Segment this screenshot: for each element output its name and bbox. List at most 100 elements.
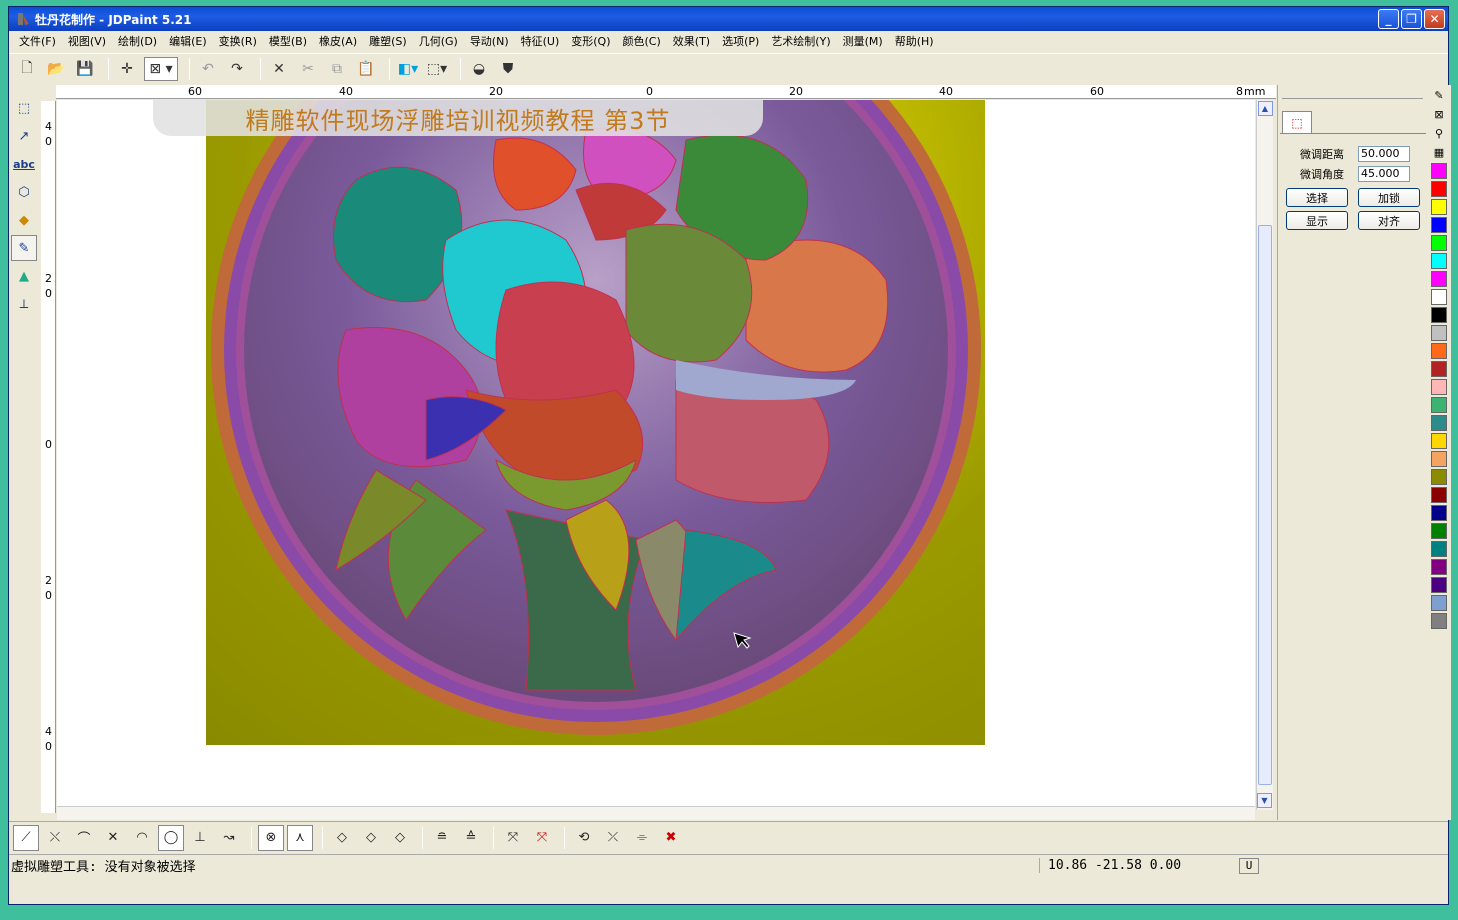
color-swatch[interactable] <box>1431 577 1447 593</box>
scroll-up-icon[interactable]: ▲ <box>1257 101 1273 116</box>
color-swatch[interactable] <box>1431 199 1447 215</box>
color-swatch[interactable] <box>1431 487 1447 503</box>
title-bar[interactable]: 牡丹花制作 - JDPaint 5.21 _ ❐ ✕ <box>9 7 1448 31</box>
peony-relief-artwork[interactable] <box>206 100 985 745</box>
menu-draw[interactable]: 绘制(D) <box>112 33 163 49</box>
node-edit-tab-icon[interactable]: ⬚ <box>1282 111 1312 133</box>
save-icon[interactable]: 💾 <box>73 57 97 81</box>
menu-feature[interactable]: 特征(U) <box>515 33 566 49</box>
fill-icon[interactable]: ▲ <box>11 263 37 289</box>
shade-icon[interactable]: ◒ <box>467 57 491 81</box>
color-swatch[interactable] <box>1431 559 1447 575</box>
select-button[interactable]: 选择 <box>1286 188 1348 207</box>
show-button[interactable]: 显示 <box>1286 211 1348 230</box>
color-swatch[interactable] <box>1431 271 1447 287</box>
node-split-icon[interactable]: ⋏ <box>287 824 313 851</box>
line-tool-icon[interactable]: ⟋ <box>13 824 39 851</box>
align-button[interactable]: 对齐 <box>1358 211 1420 230</box>
paste-icon[interactable]: 📋 <box>354 57 378 81</box>
join-icon[interactable]: ⤫ <box>600 825 626 851</box>
menu-transform[interactable]: 变换(R) <box>213 33 263 49</box>
diamond-tool-icon[interactable]: ◇ <box>329 825 355 851</box>
menu-effect[interactable]: 效果(T) <box>667 33 716 49</box>
no-color-icon[interactable]: ⊠ <box>1430 105 1448 123</box>
drawing-canvas[interactable]: 精雕软件现场浮雕培训视频教程 第3节 <box>57 100 1255 806</box>
close-button[interactable]: ✕ <box>1424 9 1445 29</box>
node-add-icon[interactable]: ⤧ <box>500 825 526 851</box>
shield-icon[interactable]: ⛊ <box>496 57 520 81</box>
pen-icon[interactable]: ✎ <box>1430 86 1448 104</box>
transform-icon[interactable]: ⟲ <box>571 825 597 851</box>
color-swatch[interactable] <box>1431 415 1447 431</box>
copy-icon[interactable]: ⧉ <box>325 57 349 81</box>
color-swatch[interactable] <box>1431 595 1447 611</box>
color-swatch[interactable] <box>1431 235 1447 251</box>
cross-tool-icon[interactable]: ✕ <box>100 825 126 851</box>
horizontal-scrollbar[interactable] <box>57 806 1255 820</box>
shape-icon[interactable]: ⬡ <box>11 179 37 205</box>
color-swatch[interactable] <box>1431 505 1447 521</box>
menu-edit[interactable]: 编辑(E) <box>163 33 213 49</box>
undo-icon[interactable]: ↶ <box>196 57 220 81</box>
pattern-icon[interactable]: ▦ <box>1430 143 1448 161</box>
color-swatch[interactable] <box>1431 397 1447 413</box>
fine-distance-input[interactable]: 50.000 <box>1358 146 1410 162</box>
menu-geometry[interactable]: 几何(G) <box>413 33 464 49</box>
color-swatch[interactable] <box>1431 613 1447 629</box>
menu-file[interactable]: 文件(F) <box>13 33 62 49</box>
menu-view[interactable]: 视图(V) <box>62 33 112 49</box>
corner-tool-icon[interactable]: ⌒ <box>71 825 97 851</box>
arc-tool-icon[interactable]: ◠ <box>129 825 155 851</box>
color-swatch[interactable] <box>1431 343 1447 359</box>
diamond-tool-2-icon[interactable]: ◇ <box>358 825 384 851</box>
color-swatch[interactable] <box>1431 379 1447 395</box>
color-swatch[interactable] <box>1431 307 1447 323</box>
delete-node-icon[interactable]: ✖ <box>658 825 684 851</box>
minimize-button[interactable]: _ <box>1378 9 1399 29</box>
diamond-tool-3-icon[interactable]: ◇ <box>387 825 413 851</box>
node-point-icon[interactable]: ⊗ <box>258 824 284 851</box>
color-swatch[interactable] <box>1431 325 1447 341</box>
scroll-down-icon[interactable]: ▼ <box>1257 793 1272 808</box>
color-swatch[interactable] <box>1431 469 1447 485</box>
eyedropper-icon[interactable]: ⚲ <box>1430 124 1448 142</box>
menu-deform[interactable]: 变形(Q) <box>565 33 616 49</box>
crosshair-icon[interactable]: ✛ <box>115 57 139 81</box>
color-swatch[interactable] <box>1431 217 1447 233</box>
color-swatch[interactable] <box>1431 541 1447 557</box>
fine-angle-input[interactable]: 45.000 <box>1358 166 1410 182</box>
color-swatch[interactable] <box>1431 253 1447 269</box>
color-swatch[interactable] <box>1431 361 1447 377</box>
eraser-icon[interactable]: ◆ <box>11 207 37 233</box>
menu-options[interactable]: 选项(P) <box>716 33 765 49</box>
color-swatch[interactable] <box>1431 523 1447 539</box>
curve-tool-icon[interactable]: ↝ <box>216 825 242 851</box>
select-node-icon[interactable]: ⬚ <box>11 95 37 121</box>
view-box-icon[interactable]: ⬚▾ <box>425 57 449 81</box>
color-swatch[interactable] <box>1431 163 1447 179</box>
lock-button[interactable]: 加锁 <box>1358 188 1420 207</box>
menu-sculpt[interactable]: 雕塑(S) <box>363 33 413 49</box>
delete-icon[interactable]: ✕ <box>267 57 291 81</box>
vertical-scrollbar[interactable]: ▲ ▼ <box>1256 100 1273 810</box>
cut-icon[interactable]: ✂ <box>296 57 320 81</box>
menu-measure[interactable]: 测量(M) <box>837 33 889 49</box>
align-tool-icon[interactable]: ≘ <box>429 825 455 851</box>
color-swatch[interactable] <box>1431 181 1447 197</box>
menu-color[interactable]: 颜色(C) <box>617 33 667 49</box>
redo-icon[interactable]: ↷ <box>225 57 249 81</box>
trim-icon[interactable]: ⌯ <box>629 825 655 851</box>
split-tool-icon[interactable]: ⤬ <box>42 825 68 851</box>
unit-indicator[interactable]: U <box>1239 857 1259 874</box>
select-box-dropdown[interactable]: ⊠ ▾ <box>144 56 178 81</box>
align-tool-2-icon[interactable]: ≙ <box>458 825 484 851</box>
menu-eraser[interactable]: 橡皮(A) <box>313 33 363 49</box>
restore-button[interactable]: ❐ <box>1401 9 1422 29</box>
color-swatch[interactable] <box>1431 451 1447 467</box>
node-remove-icon[interactable]: ⤧ <box>529 825 555 851</box>
text-abc-icon[interactable]: abc <box>11 151 37 177</box>
menu-art-draw[interactable]: 艺术绘制(Y) <box>765 33 836 49</box>
measure-icon[interactable]: ⟂ <box>11 291 37 317</box>
menu-guide[interactable]: 导动(N) <box>464 33 515 49</box>
color-swatch[interactable] <box>1431 433 1447 449</box>
